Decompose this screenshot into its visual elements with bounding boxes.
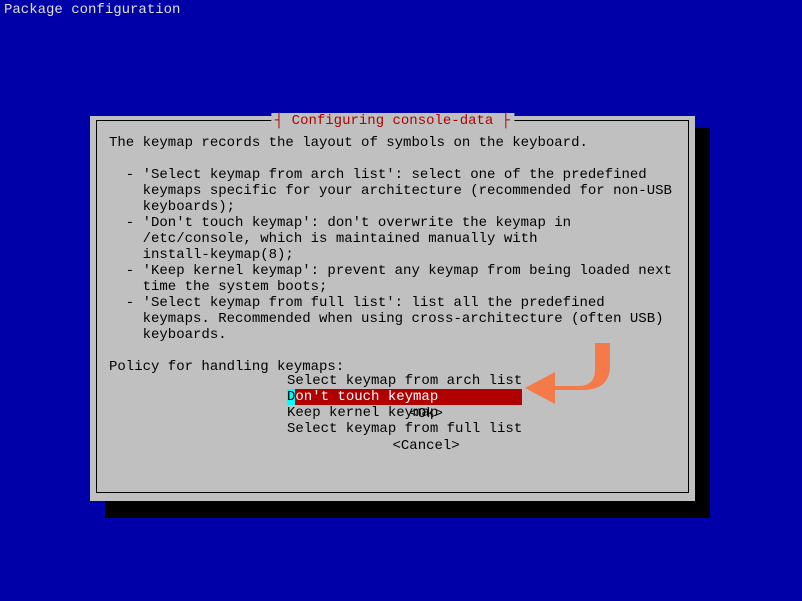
ok-button[interactable]: <Ok> (405, 406, 447, 422)
header-title: Package configuration (4, 2, 180, 18)
dialog: ┤ Configuring console-data ├ The keymap … (90, 116, 695, 501)
dialog-title: ┤ Configuring console-data ├ (271, 113, 514, 129)
screen: Package configuration ┤ Configuring cons… (0, 0, 802, 601)
menu-option[interactable]: Select keymap from arch list (287, 373, 522, 389)
dialog-body: The keymap records the layout of symbols… (109, 135, 676, 375)
cancel-button[interactable]: <Cancel> (389, 438, 464, 454)
button-row: <Ok> <Cancel> (97, 390, 688, 470)
dialog-border: ┤ Configuring console-data ├ The keymap … (96, 120, 689, 493)
